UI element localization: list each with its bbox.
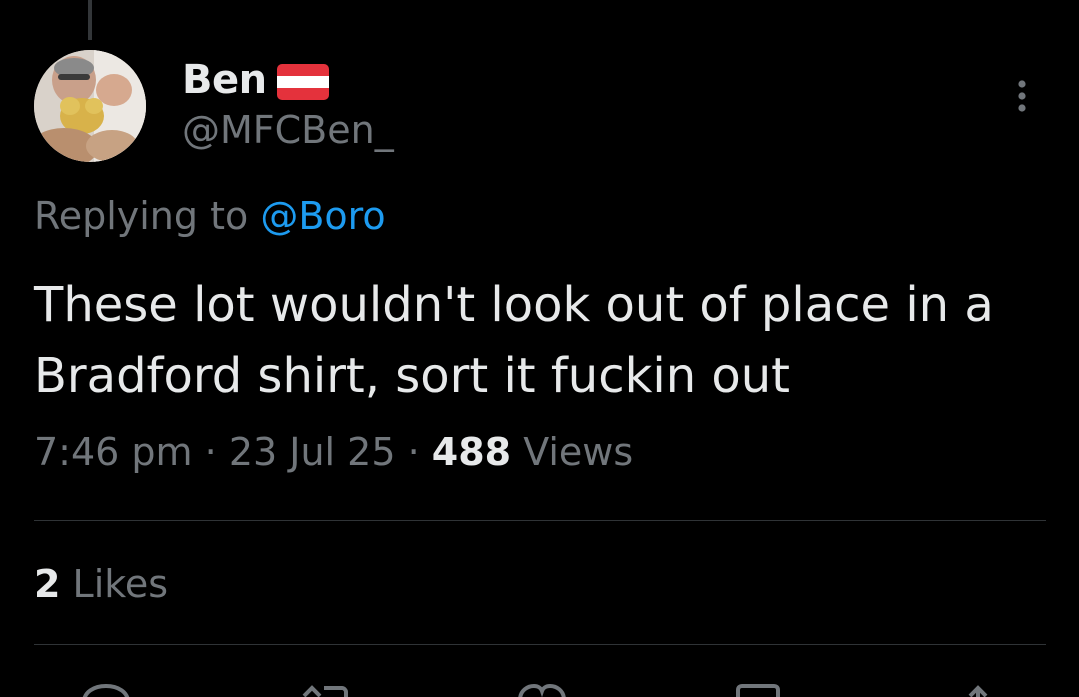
bookmark-button[interactable] xyxy=(728,682,788,697)
meta-separator: · xyxy=(395,430,432,474)
austria-flag-icon xyxy=(276,64,329,100)
tweet-date[interactable]: 23 Jul 25 xyxy=(229,430,396,474)
thread-connector-line xyxy=(88,0,92,40)
display-name[interactable]: Ben xyxy=(182,57,267,103)
views-label: Views xyxy=(511,430,634,474)
avatar[interactable] xyxy=(34,50,146,162)
reply-mention-link[interactable]: @Boro xyxy=(260,194,385,238)
bookmark-icon xyxy=(736,684,780,697)
share-button[interactable] xyxy=(948,682,1008,697)
like-button[interactable] xyxy=(512,682,572,697)
replying-to: Replying to @Boro xyxy=(34,194,386,238)
reply-button[interactable] xyxy=(76,682,136,697)
divider-bottom xyxy=(34,644,1046,645)
views-count: 488 xyxy=(431,430,512,474)
avatar-image xyxy=(34,50,146,162)
likes-count: 2 xyxy=(34,562,61,606)
reply-icon xyxy=(82,683,130,697)
replying-to-label: Replying to xyxy=(34,194,261,238)
tweet-time[interactable]: 7:46 pm xyxy=(34,430,193,474)
likes-stat[interactable]: 2 Likes xyxy=(34,562,168,606)
repost-button[interactable] xyxy=(294,682,354,697)
user-handle[interactable]: @MFCBen_ xyxy=(182,108,394,152)
divider-top xyxy=(34,520,1046,521)
meta-separator: · xyxy=(192,430,229,474)
like-icon xyxy=(518,683,566,697)
more-options-icon xyxy=(1018,80,1026,112)
share-icon xyxy=(968,685,988,697)
tweet-text: These lot wouldn't look out of place in … xyxy=(34,277,994,404)
action-bar xyxy=(0,682,1079,697)
repost-icon xyxy=(302,685,348,697)
tweet-meta: 7:46 pm · 23 Jul 25 · 488 Views xyxy=(34,430,633,474)
user-name-row: Ben xyxy=(182,55,329,105)
more-options-button[interactable] xyxy=(1000,74,1044,118)
likes-label: Likes xyxy=(60,562,169,606)
